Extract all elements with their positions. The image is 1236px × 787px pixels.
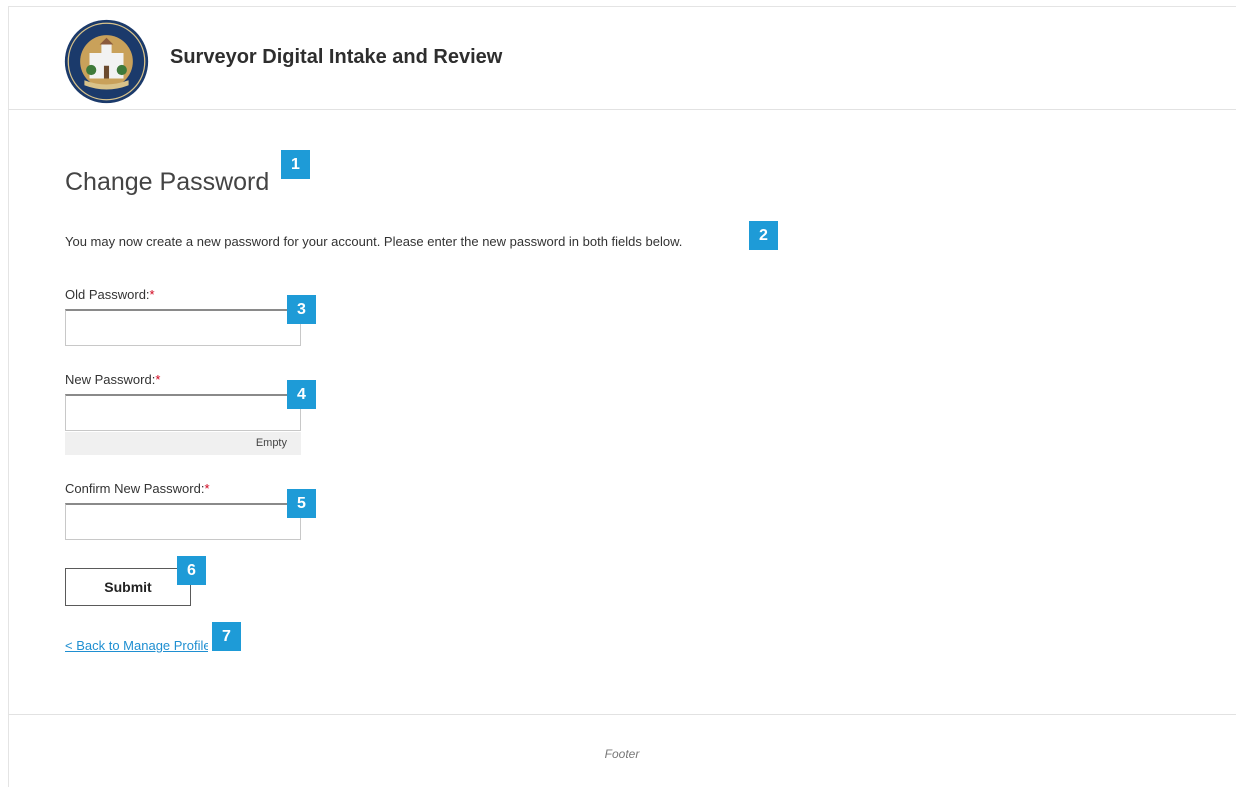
county-seal-logo[interactable] [64, 19, 149, 104]
step-marker-6: 6 [177, 556, 206, 585]
site-footer: Footer [8, 714, 1236, 787]
step-marker-2: 2 [749, 221, 778, 250]
submit-button[interactable]: Submit [65, 568, 191, 606]
step-marker-7: 7 [212, 622, 241, 651]
site-header: Surveyor Digital Intake and Review [8, 6, 1236, 110]
confirm-password-input[interactable] [65, 503, 301, 540]
step-marker-3: 3 [287, 295, 316, 324]
page-title: Change Password [65, 168, 270, 196]
step-marker-4: 4 [287, 380, 316, 409]
required-asterisk: * [204, 481, 210, 496]
old-password-input[interactable] [65, 309, 301, 346]
old-password-label: Old Password:* [65, 287, 155, 302]
step-marker-1: 1 [281, 150, 310, 179]
required-asterisk: * [155, 372, 161, 387]
required-asterisk: * [149, 287, 155, 302]
new-password-label: New Password:* [65, 372, 161, 387]
back-to-manage-profile-link[interactable]: < Back to Manage Profile [65, 638, 208, 653]
intro-text: You may now create a new password for yo… [65, 234, 683, 249]
confirm-password-label: Confirm New Password:* [65, 481, 210, 496]
new-password-input[interactable] [65, 394, 301, 431]
footer-text: Footer [604, 747, 640, 761]
password-strength-meter: Empty [65, 432, 301, 455]
step-marker-5: 5 [287, 489, 316, 518]
site-title: Surveyor Digital Intake and Review [170, 46, 503, 68]
